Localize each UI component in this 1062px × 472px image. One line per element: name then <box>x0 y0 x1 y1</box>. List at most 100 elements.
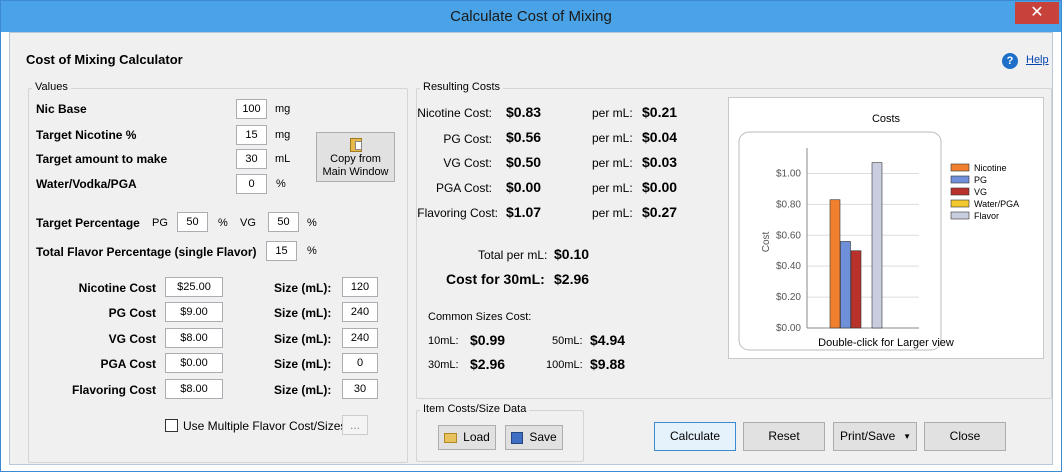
result-label: PG Cost: <box>443 132 492 146</box>
save-button[interactable]: Save <box>505 425 563 450</box>
cost-input[interactable]: $8.00 <box>165 379 223 399</box>
vg-percent-input[interactable]: 50 <box>268 212 299 232</box>
bar-flavor <box>871 162 883 329</box>
cost-label: PGA Cost <box>100 357 156 371</box>
per-ml-value: $0.21 <box>642 104 678 120</box>
result-label: Flavoring Cost: <box>417 206 498 220</box>
per-ml-label: per mL: <box>592 206 633 220</box>
y-tick-label: $0.40 <box>776 261 801 272</box>
client-area: Cost of Mixing Calculator ? Help Values … <box>9 32 1053 465</box>
costs-chart[interactable]: Costs Cost $0.00 $0.20 $0.40 $0.60 $0.80 $1.00 N… <box>728 97 1044 359</box>
resulting-costs-label: Resulting Costs <box>420 81 504 93</box>
result-value: $0.83 <box>506 104 542 120</box>
size-label: Size (mL): <box>274 306 332 320</box>
size-input[interactable]: 120 <box>342 277 378 297</box>
folder-icon <box>444 432 458 443</box>
total-flavor-unit: % <box>307 245 317 257</box>
multi-flavor-ellipsis-button[interactable]: ... <box>342 415 368 435</box>
per-ml-value: $0.03 <box>642 154 678 170</box>
per-ml-label: per mL: <box>592 106 633 120</box>
target-nicotine-unit: mg <box>275 129 291 141</box>
result-label: Nicotine Cost: <box>417 106 492 120</box>
pg-label: PG <box>152 217 168 229</box>
y-tick-label: $0.20 <box>776 292 801 303</box>
copy-from-main-button[interactable]: Copy from Main Window <box>316 132 395 182</box>
cost-input[interactable]: $25.00 <box>165 277 223 297</box>
legend-label: Nicotine <box>974 163 1007 173</box>
cost-input[interactable]: $9.00 <box>165 302 223 322</box>
size-input[interactable]: 240 <box>342 302 378 322</box>
total-per-ml-label: Total per mL: <box>478 248 548 262</box>
target-percentage-label: Target Percentage <box>36 216 140 230</box>
y-tick-label: $0.60 <box>776 230 801 241</box>
title-bar: Calculate Cost of Mixing ✕ <box>1 1 1061 32</box>
water-input[interactable]: 0 <box>236 174 267 194</box>
multi-flavor-checkbox[interactable] <box>165 419 178 432</box>
cost-input[interactable]: $8.00 <box>165 328 223 348</box>
size-label: Size (mL): <box>274 383 332 397</box>
size-label: Size (mL): <box>274 332 332 346</box>
per-ml-label: per mL: <box>592 181 633 195</box>
water-unit: % <box>276 178 286 190</box>
result-value: $1.07 <box>506 204 542 220</box>
y-tick-label: $0.00 <box>776 323 801 334</box>
target-nicotine-label: Target Nicotine % <box>36 128 137 142</box>
chart-caption: Double-click for Larger view <box>818 337 954 349</box>
per-ml-label: per mL: <box>592 131 633 145</box>
chart-title: Costs <box>872 113 901 125</box>
result-value: $0.56 <box>506 129 542 145</box>
vg-percent-unit: % <box>307 217 317 229</box>
common-size-value: $9.88 <box>590 356 626 372</box>
total-flavor-input[interactable]: 15 <box>266 241 297 261</box>
print-save-button[interactable]: Print/Save ▼ <box>833 422 917 451</box>
size-input[interactable]: 30 <box>342 379 378 399</box>
window-close-button[interactable]: ✕ <box>1015 2 1059 24</box>
target-nicotine-input[interactable]: 15 <box>236 125 267 145</box>
copy-button-label: Copy from Main Window <box>322 153 389 178</box>
cost-for-value: $2.96 <box>554 271 590 287</box>
cost-input[interactable]: $0.00 <box>165 353 223 373</box>
cost-for-label: Cost for 30mL: <box>446 271 545 287</box>
nic-base-input[interactable]: 100 <box>236 99 267 119</box>
window-title: Calculate Cost of Mixing <box>450 8 612 25</box>
total-per-ml-value: $0.10 <box>554 246 590 262</box>
bar-vg <box>850 250 862 329</box>
help-icon[interactable]: ? <box>1002 53 1018 69</box>
pg-percent-input[interactable]: 50 <box>177 212 208 232</box>
close-button[interactable]: Close <box>924 422 1006 451</box>
calculate-button[interactable]: Calculate <box>654 422 736 451</box>
bar-nicotine <box>829 199 841 329</box>
cost-label: Flavoring Cost <box>71 383 156 397</box>
common-sizes-label: Common Sizes Cost: <box>428 311 532 323</box>
result-label: PGA Cost: <box>435 181 492 195</box>
size-input[interactable]: 0 <box>342 353 378 373</box>
result-label: VG Cost: <box>443 156 492 170</box>
bar-pg <box>840 241 851 329</box>
nic-base-unit: mg <box>275 103 291 115</box>
legend-swatch <box>950 175 970 184</box>
common-size-label: 100mL: <box>546 359 583 371</box>
multi-flavor-label: Use Multiple Flavor Cost/Sizes <box>183 419 347 433</box>
result-value: $0.50 <box>506 154 542 170</box>
pg-percent-unit: % <box>218 217 228 229</box>
y-tick-label: $1.00 <box>776 168 801 179</box>
common-size-value: $0.99 <box>470 332 506 348</box>
reset-button[interactable]: Reset <box>743 422 825 451</box>
target-amount-input[interactable]: 30 <box>236 149 267 169</box>
values-group-label: Values <box>32 81 71 93</box>
floppy-disk-icon <box>511 431 524 444</box>
help-link[interactable]: Help <box>1026 54 1049 66</box>
cost-label: VG Cost <box>108 332 156 346</box>
size-input[interactable]: 240 <box>342 328 378 348</box>
cost-label: PG Cost <box>108 306 156 320</box>
per-ml-value: $0.04 <box>642 129 678 145</box>
target-amount-label: Target amount to make <box>36 152 168 166</box>
legend-swatch <box>950 187 970 196</box>
load-label: Load <box>463 430 490 444</box>
size-label: Size (mL): <box>274 357 332 371</box>
legend-label: PG <box>974 175 987 185</box>
load-button[interactable]: Load <box>438 425 496 450</box>
per-ml-label: per mL: <box>592 156 633 170</box>
y-tick-label: $0.80 <box>776 199 801 210</box>
y-axis-label: Cost <box>761 231 772 252</box>
